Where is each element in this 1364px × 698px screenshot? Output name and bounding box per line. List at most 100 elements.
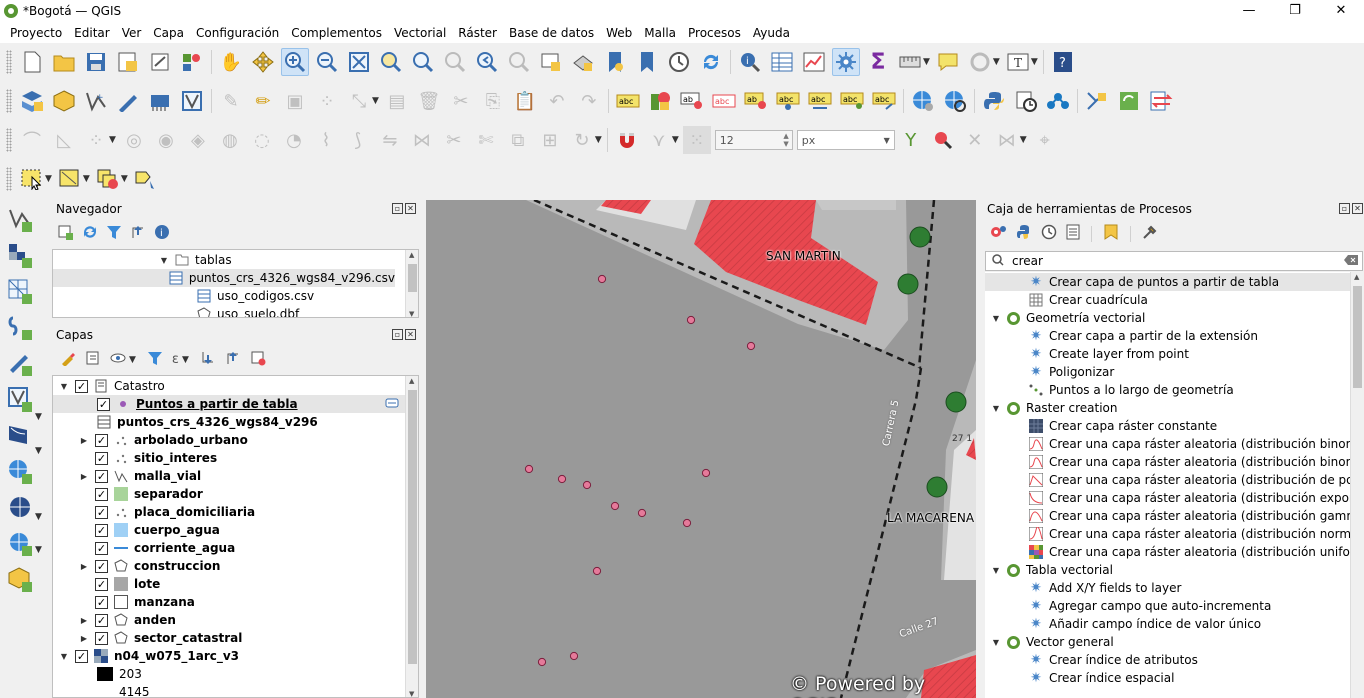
refresh-icon[interactable] <box>697 48 725 76</box>
rotate-label-icon[interactable]: abc <box>806 87 834 115</box>
add-raster-layer-icon[interactable] <box>5 241 35 269</box>
clear-search-icon[interactable] <box>1344 254 1358 268</box>
sum-icon[interactable]: Σ <box>864 48 892 76</box>
expand-arrow-icon[interactable]: ▼ <box>59 382 69 391</box>
algorithm-group[interactable]: ▼ Vector general <box>991 633 1114 651</box>
menu-procesos[interactable]: Procesos <box>682 26 747 40</box>
layer-puntos-csv-table[interactable]: puntos_crs_4326_wgs84_v296 <box>97 413 318 431</box>
layer-visibility-checkbox[interactable]: ✓ <box>95 631 108 645</box>
algorithm-item[interactable]: ✷ Añadir campo índice de valor único <box>1029 615 1261 633</box>
layer-arbolado-urbano[interactable]: ▶ ✓ arbolado_urbano <box>79 431 248 449</box>
refresh-navigator-icon[interactable] <box>82 224 98 243</box>
modify-attributes-icon[interactable]: ▤ <box>383 87 411 115</box>
map-point[interactable] <box>610 501 620 511</box>
clock-layer-icon[interactable] <box>1012 87 1040 115</box>
deselect-dropdown-icon[interactable]: ▼ <box>121 174 128 184</box>
snap-to-vertex-icon[interactable]: ⋎ <box>645 126 673 154</box>
new-project-icon[interactable] <box>18 48 46 76</box>
select-features-dropdown-icon[interactable]: ▼ <box>45 174 52 184</box>
menu-malla[interactable]: Malla <box>638 26 682 40</box>
pan-hand-icon[interactable]: ✋ <box>217 48 245 76</box>
reproject-icon[interactable] <box>1147 87 1175 115</box>
select-features-icon[interactable] <box>18 165 46 193</box>
new-virtual-layer-icon[interactable] <box>146 87 174 115</box>
collapse-arrow-icon[interactable]: ▶ <box>79 472 89 481</box>
snapping-tolerance-spinbox[interactable]: 12 ▲ ▼ <box>714 130 793 150</box>
collapse-arrow-icon[interactable]: ▶ <box>79 436 89 445</box>
cut-features-icon[interactable]: ✂ <box>447 87 475 115</box>
restore-button[interactable]: ❐ <box>1272 0 1318 22</box>
new-spatialite-icon[interactable] <box>178 87 206 115</box>
add-vector-layer-icon[interactable] <box>5 205 35 233</box>
print-layout-icon[interactable] <box>146 48 174 76</box>
merge-features-icon[interactable]: ⧉ <box>504 126 532 154</box>
layer-anden[interactable]: ▶ ✓ anden <box>79 611 176 629</box>
new-bookmark-icon[interactable] <box>601 48 629 76</box>
algorithm-item[interactable]: ✷ Crear índice de atributos <box>1029 651 1198 669</box>
layer-n04-w075[interactable]: ▼ ✓ n04_w075_1arc_v3 <box>59 647 239 665</box>
map-point[interactable] <box>592 566 602 576</box>
add-wfs-layer-icon[interactable] <box>941 87 969 115</box>
layer-manzana[interactable]: ✓ manzana <box>95 593 195 611</box>
vertex-dropdown-icon[interactable]: ▼ <box>372 96 379 106</box>
algorithm-item[interactable]: Puntos a lo largo de geometría <box>1029 381 1234 399</box>
reload-plugin-icon[interactable] <box>1115 87 1143 115</box>
fill-ring-icon[interactable]: ◍ <box>216 126 244 154</box>
identify-features-icon[interactable]: i <box>736 48 764 76</box>
toggle-editing-icon[interactable]: ✏ <box>249 87 277 115</box>
algorithm-item[interactable]: Crear una capa ráster aleatoria (distrib… <box>1028 489 1364 507</box>
algorithm-item[interactable]: ✷ Agregar campo que auto-incrementa <box>1029 597 1271 615</box>
algorithm-group[interactable]: ▼ Geometría vectorial <box>991 309 1145 327</box>
avoid-overlap-icon[interactable]: ✕ <box>961 126 989 154</box>
minimize-button[interactable]: — <box>1226 0 1272 22</box>
collapse-arrow-icon[interactable]: ▶ <box>79 634 89 643</box>
label-toolbar-icon[interactable]: abc <box>614 87 642 115</box>
map-point[interactable] <box>597 274 607 284</box>
filter-legend-icon[interactable] <box>147 350 163 369</box>
expand-arrow-icon[interactable]: ▼ <box>991 314 1001 323</box>
layer-construccion[interactable]: ▶ ✓ construccion <box>79 557 220 575</box>
delete-part-icon[interactable]: ◔ <box>280 126 308 154</box>
style-manager-icon[interactable] <box>178 48 206 76</box>
add-wms-layer-left-icon[interactable] <box>5 421 35 449</box>
select-by-location-tool-icon[interactable] <box>132 165 160 193</box>
snapping-intersection-icon[interactable] <box>929 126 957 154</box>
trace-icon[interactable]: ⋈ <box>993 126 1021 154</box>
algorithm-item[interactable]: ✷ Crear índice espacial <box>1029 669 1174 687</box>
layer-visibility-checkbox[interactable]: ✓ <box>95 559 108 573</box>
float-panel-icon[interactable]: ▫ <box>1339 203 1350 214</box>
new-geopackage-icon[interactable] <box>50 87 78 115</box>
menu-base-de-datos[interactable]: Base de datos <box>503 26 600 40</box>
statistics-icon[interactable] <box>800 48 828 76</box>
rotate-dropdown-icon[interactable]: ▼ <box>595 135 602 145</box>
map-point[interactable] <box>682 518 692 528</box>
zoom-to-layer-icon[interactable] <box>409 48 437 76</box>
layer-visibility-checkbox[interactable]: ✓ <box>97 397 110 411</box>
zoom-in-icon[interactable] <box>281 48 309 76</box>
history-icon[interactable] <box>1041 224 1057 243</box>
close-button[interactable]: ✕ <box>1318 0 1364 22</box>
vertex-tool-icon[interactable]: ⤡ <box>345 87 373 115</box>
layer-visibility-checkbox[interactable]: ✓ <box>75 649 88 663</box>
simplify-icon[interactable]: ◎ <box>120 126 148 154</box>
temporary-layer-indicator-icon[interactable] <box>385 397 399 412</box>
layer-visibility-checkbox[interactable]: ✓ <box>95 523 108 537</box>
expand-all-icon[interactable] <box>200 350 216 369</box>
add-spatialite-layer-icon[interactable] <box>5 349 35 377</box>
collapse-all-layers-icon[interactable] <box>225 350 241 369</box>
menu-ver[interactable]: Ver <box>116 26 148 40</box>
algorithm-item[interactable]: ✷ Poligonizar <box>1029 363 1114 381</box>
zoom-out-icon[interactable] <box>313 48 341 76</box>
layer-sector-catastral[interactable]: ▶ ✓ sector_catastral <box>79 629 242 647</box>
pin-labels-icon[interactable]: abc <box>710 87 738 115</box>
new-shapefile-icon[interactable]: + <box>82 87 110 115</box>
polygon-dropdown-icon[interactable]: ▼ <box>109 135 116 145</box>
change-label-icon[interactable]: abc <box>838 87 866 115</box>
map-point[interactable] <box>557 474 567 484</box>
topological-editing-icon[interactable]: Y <box>897 126 925 154</box>
select-dropdown-icon[interactable]: ▼ <box>993 57 1000 67</box>
wms-dropdown-icon[interactable]: ▼ <box>35 412 42 422</box>
zoom-next-icon[interactable] <box>505 48 533 76</box>
layer-visibility-checkbox[interactable]: ✓ <box>95 487 108 501</box>
add-wms-layer-icon[interactable] <box>909 87 937 115</box>
